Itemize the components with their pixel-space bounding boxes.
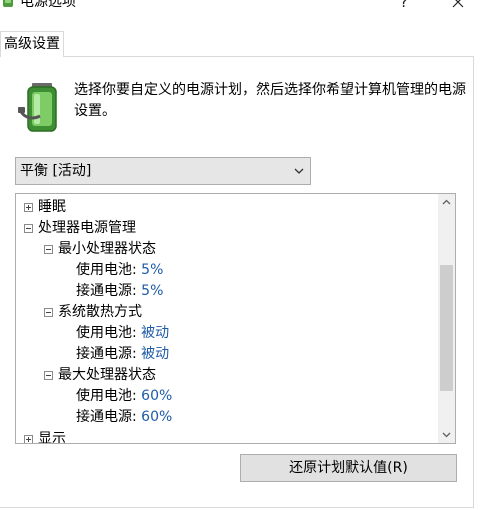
setting-row-battery[interactable]: 使用电池: 被动 (76, 323, 169, 344)
window-title: 电源选项 (20, 0, 76, 10)
tree-item-sleep[interactable]: 睡眠 (38, 197, 66, 218)
scroll-thumb[interactable] (440, 265, 453, 391)
vertical-scrollbar[interactable] (438, 194, 455, 443)
settings-tree[interactable]: 睡眠 处理器电源管理 最小处理器状态 使用电池: 5% 接通电源: 5% 系统散… (15, 193, 456, 444)
expand-toggle[interactable] (24, 203, 33, 212)
help-button[interactable]: ? (396, 0, 412, 10)
setting-label: 使用电池: (76, 325, 137, 341)
tab-advanced-settings[interactable]: 高级设置 (0, 31, 64, 57)
setting-row-plugged-in[interactable]: 接通电源: 被动 (76, 344, 169, 365)
description-text: 选择你要自定义的电源计划，然后选择你希望计算机管理的电源设置。 (74, 82, 466, 119)
question-icon: ? (400, 0, 408, 11)
setting-value[interactable]: 被动 (141, 346, 169, 362)
setting-label: 接通电源: (76, 346, 137, 362)
collapse-toggle[interactable] (44, 245, 53, 254)
restore-defaults-button[interactable]: 还原计划默认值(R) (240, 454, 457, 482)
close-icon (452, 0, 464, 8)
close-button[interactable] (450, 0, 466, 10)
setting-label: 使用电池: (76, 388, 137, 404)
battery-plug-icon (3, 0, 13, 7)
scroll-down-button[interactable] (438, 426, 455, 443)
chevron-up-icon (442, 199, 451, 205)
setting-value[interactable]: 5% (141, 262, 163, 278)
tree-item-max-processor-state[interactable]: 最大处理器状态 (58, 365, 156, 386)
setting-row-plugged-in[interactable]: 接通电源: 60% (76, 407, 172, 428)
expand-toggle[interactable] (24, 435, 33, 443)
setting-value[interactable]: 60% (141, 409, 172, 425)
tree-item-processor-power[interactable]: 处理器电源管理 (38, 218, 136, 239)
setting-label: 使用电池: (76, 262, 137, 278)
setting-value[interactable]: 5% (141, 283, 163, 299)
setting-row-battery[interactable]: 使用电池: 60% (76, 386, 172, 407)
tab-label: 高级设置 (4, 36, 60, 52)
setting-row-battery[interactable]: 使用电池: 5% (76, 260, 163, 281)
tree-item-display[interactable]: 显示 (38, 429, 66, 443)
setting-label: 接通电源: (76, 409, 137, 425)
chevron-down-icon (442, 432, 451, 438)
setting-value[interactable]: 60% (141, 388, 172, 404)
setting-row-plugged-in[interactable]: 接通电源: 5% (76, 281, 163, 302)
tree-item-cooling-policy[interactable]: 系统散热方式 (58, 302, 142, 323)
collapse-toggle[interactable] (24, 224, 33, 233)
setting-value[interactable]: 被动 (141, 325, 169, 341)
power-plan-dropdown[interactable]: 平衡 [活动] (15, 157, 311, 185)
title-bar: 电源选项 ? (0, 0, 480, 22)
tree-item-min-processor-state[interactable]: 最小处理器状态 (58, 239, 156, 260)
battery-icon (18, 83, 57, 132)
selected-plan: 平衡 [活动] (20, 163, 92, 179)
setting-label: 接通电源: (76, 283, 137, 299)
chevron-down-icon (294, 168, 304, 174)
collapse-toggle[interactable] (44, 371, 53, 380)
scroll-up-button[interactable] (438, 194, 455, 211)
collapse-toggle[interactable] (44, 308, 53, 317)
